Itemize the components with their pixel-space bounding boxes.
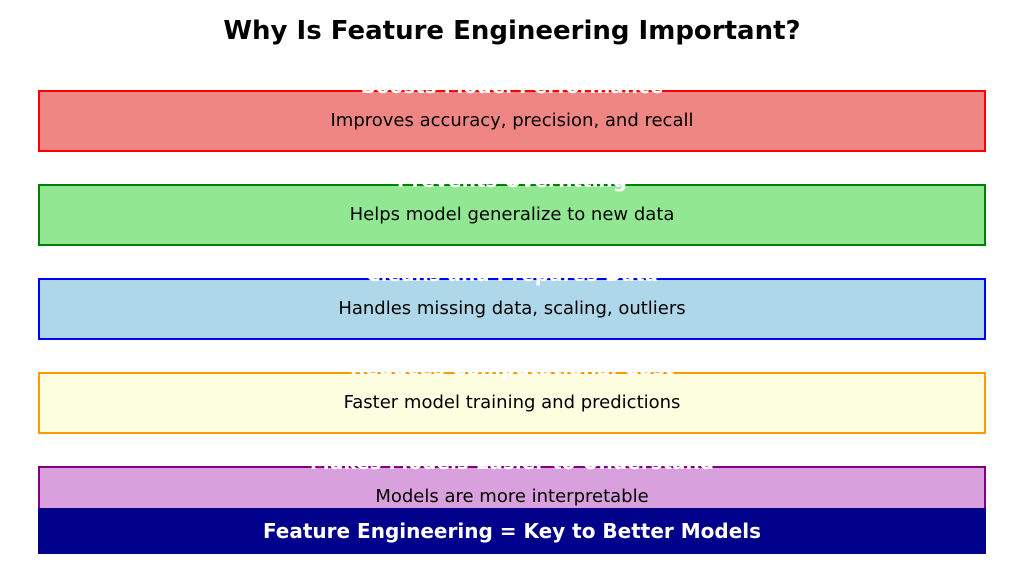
footer-conclusion: Feature Engineering = Key to Better Mode… xyxy=(38,508,986,554)
reason-prevents-overfitting: Prevents Overfitting Helps model general… xyxy=(38,184,986,246)
reason-heading: Prevents Overfitting xyxy=(40,168,984,192)
reason-heading: Cleans and Prepares Data xyxy=(40,262,984,286)
reason-reduces-cost: Reduces Computational Cost Faster model … xyxy=(38,372,986,434)
reason-description: Models are more interpretable xyxy=(40,486,984,507)
reason-description: Improves accuracy, precision, and recall xyxy=(40,110,984,131)
reason-heading: Boosts Model Performance xyxy=(40,74,984,98)
reason-cleans-data: Cleans and Prepares Data Handles missing… xyxy=(38,278,986,340)
reason-heading: Makes Models Easier to Understand xyxy=(40,450,984,474)
reason-boosts-performance: Boosts Model Performance Improves accura… xyxy=(38,90,986,152)
reason-box: Prevents Overfitting Helps model general… xyxy=(38,184,986,246)
reason-heading: Reduces Computational Cost xyxy=(40,356,984,380)
reason-box: Boosts Model Performance Improves accura… xyxy=(38,90,986,152)
reason-description: Handles missing data, scaling, outliers xyxy=(40,298,984,319)
reason-box: Cleans and Prepares Data Handles missing… xyxy=(38,278,986,340)
reason-box: Reduces Computational Cost Faster model … xyxy=(38,372,986,434)
footer-text: Feature Engineering = Key to Better Mode… xyxy=(263,519,761,543)
reason-description: Faster model training and predictions xyxy=(40,392,984,413)
reason-description: Helps model generalize to new data xyxy=(40,204,984,225)
page-title: Why Is Feature Engineering Important? xyxy=(0,0,1024,46)
footer-box: Feature Engineering = Key to Better Mode… xyxy=(38,508,986,554)
